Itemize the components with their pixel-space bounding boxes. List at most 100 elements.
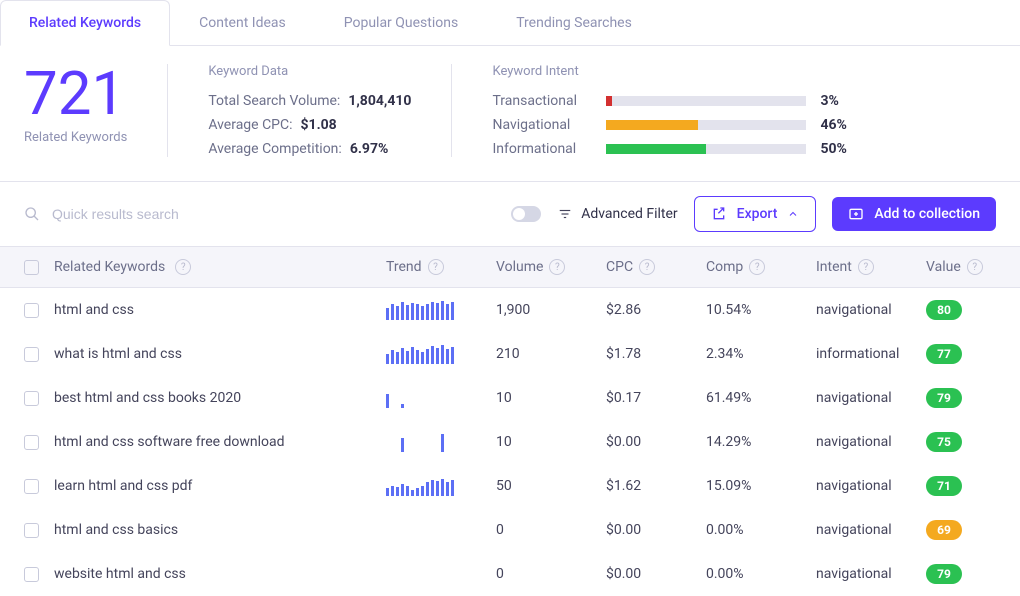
row-checkbox[interactable] bbox=[24, 391, 39, 406]
comp-value: 10.54% bbox=[706, 302, 751, 318]
keyword-text[interactable]: html and css basics bbox=[54, 522, 178, 538]
volume-value: 10 bbox=[496, 390, 512, 406]
advanced-filter-button[interactable]: Advanced Filter bbox=[557, 206, 677, 222]
help-icon[interactable]: ? bbox=[639, 259, 655, 275]
trend-sparkline bbox=[386, 476, 466, 496]
col-value[interactable]: Value bbox=[926, 259, 961, 275]
trend-sparkline bbox=[386, 520, 466, 540]
keyword-text[interactable]: best html and css books 2020 bbox=[54, 390, 241, 406]
tabs: Related KeywordsContent IdeasPopular Que… bbox=[0, 0, 1020, 46]
keyword-text[interactable]: learn html and css pdf bbox=[54, 478, 192, 494]
advanced-filter-label: Advanced Filter bbox=[581, 206, 677, 222]
table-row: what is html and css210$1.782.34%informa… bbox=[0, 332, 1020, 376]
row-checkbox[interactable] bbox=[24, 435, 39, 450]
table-row: learn html and css pdf 50 $1.62 15.09% navig… bbox=[0, 464, 1020, 508]
col-volume[interactable]: Volume bbox=[496, 259, 543, 275]
intent-value: navigational bbox=[816, 302, 892, 318]
value-pill: 75 bbox=[926, 432, 962, 452]
volume-value: 0 bbox=[496, 522, 504, 538]
kd-label: Total Search Volume: bbox=[208, 93, 340, 109]
col-intent[interactable]: Intent bbox=[816, 259, 852, 275]
col-trend[interactable]: Trend bbox=[386, 259, 422, 275]
kd-value: 6.97% bbox=[350, 141, 389, 157]
value-pill: 79 bbox=[926, 564, 962, 584]
search-input[interactable] bbox=[52, 206, 495, 222]
volume-value: 50 bbox=[496, 478, 512, 494]
chevron-up-icon bbox=[787, 208, 799, 220]
keyword-text[interactable]: what is html and css bbox=[54, 346, 182, 362]
help-icon[interactable]: ? bbox=[549, 259, 565, 275]
volume-value: 1,900 bbox=[496, 302, 530, 318]
tab-trending-searches[interactable]: Trending Searches bbox=[487, 0, 661, 45]
kd-value: 1,804,410 bbox=[348, 93, 411, 109]
help-icon[interactable]: ? bbox=[749, 259, 765, 275]
row-checkbox[interactable] bbox=[24, 303, 39, 318]
ki-pct: 50% bbox=[820, 141, 856, 157]
help-icon[interactable]: ? bbox=[967, 259, 983, 275]
search-icon bbox=[24, 206, 40, 222]
cpc-value: $0.00 bbox=[606, 522, 641, 538]
row-checkbox[interactable] bbox=[24, 479, 39, 494]
keyword-intent: Keyword Intent Transactional3%Navigation… bbox=[492, 64, 856, 157]
keyword-intent-title: Keyword Intent bbox=[492, 64, 856, 79]
row-checkbox[interactable] bbox=[24, 523, 39, 538]
toolbar: Advanced Filter Export Add to collection bbox=[0, 182, 1020, 247]
comp-value: 0.00% bbox=[706, 566, 744, 582]
big-count-label: Related Keywords bbox=[24, 130, 127, 145]
intent-value: navigational bbox=[816, 390, 892, 406]
ki-bar bbox=[606, 120, 806, 130]
tab-content-ideas[interactable]: Content Ideas bbox=[170, 0, 315, 45]
row-checkbox[interactable] bbox=[24, 347, 39, 362]
cpc-value: $1.62 bbox=[606, 478, 641, 494]
intent-value: navigational bbox=[816, 522, 892, 538]
col-comp[interactable]: Comp bbox=[706, 259, 743, 275]
checkbox-all[interactable] bbox=[24, 260, 39, 275]
col-keywords[interactable]: Related Keywords bbox=[54, 259, 165, 275]
col-cpc[interactable]: CPC bbox=[606, 259, 633, 275]
value-pill: 79 bbox=[926, 388, 962, 408]
toggle-switch[interactable] bbox=[511, 206, 541, 222]
keyword-intent-row: Informational50% bbox=[492, 141, 856, 157]
intent-value: navigational bbox=[816, 478, 892, 494]
intent-value: informational bbox=[816, 346, 899, 362]
table-header: Related Keywords? Trend? Volume? CPC? Co… bbox=[0, 247, 1020, 288]
row-checkbox[interactable] bbox=[24, 567, 39, 582]
table-row: html and css software free download10$0.… bbox=[0, 420, 1020, 464]
table-row: website html and css0$0.000.00%navigatio… bbox=[0, 552, 1020, 596]
volume-value: 210 bbox=[496, 346, 520, 362]
ki-label: Transactional bbox=[492, 93, 592, 109]
divider bbox=[167, 64, 168, 157]
add-collection-icon bbox=[848, 206, 864, 222]
divider bbox=[451, 64, 452, 157]
table-row: html and css basics0$0.000.00%navigation… bbox=[0, 508, 1020, 552]
comp-value: 15.09% bbox=[706, 478, 751, 494]
add-collection-label: Add to collection bbox=[874, 206, 980, 222]
intent-value: navigational bbox=[816, 434, 892, 450]
comp-value: 61.49% bbox=[706, 390, 751, 406]
tab-related-keywords[interactable]: Related Keywords bbox=[0, 0, 170, 46]
keyword-intent-row: Transactional3% bbox=[492, 93, 856, 109]
value-pill: 71 bbox=[926, 476, 962, 496]
keyword-data: Keyword Data Total Search Volume:1,804,4… bbox=[208, 64, 411, 157]
tab-popular-questions[interactable]: Popular Questions bbox=[315, 0, 487, 45]
ki-bar bbox=[606, 96, 806, 106]
value-pill: 69 bbox=[926, 520, 962, 540]
summary: 721 Related Keywords Keyword Data Total … bbox=[0, 46, 1020, 182]
keyword-text[interactable]: html and css software free download bbox=[54, 434, 285, 450]
export-label: Export bbox=[737, 206, 778, 222]
export-button[interactable]: Export bbox=[694, 196, 817, 232]
keyword-text[interactable]: html and css bbox=[54, 302, 134, 318]
value-pill: 80 bbox=[926, 300, 962, 320]
big-count-block: 721 Related Keywords bbox=[24, 64, 127, 157]
add-to-collection-button[interactable]: Add to collection bbox=[832, 197, 996, 231]
kd-label: Average CPC: bbox=[208, 117, 292, 133]
keyword-data-row: Average Competition:6.97% bbox=[208, 141, 411, 157]
trend-sparkline bbox=[386, 564, 466, 584]
trend-sparkline bbox=[386, 344, 466, 364]
help-icon[interactable]: ? bbox=[428, 259, 444, 275]
ki-bar bbox=[606, 144, 806, 154]
help-icon[interactable]: ? bbox=[175, 259, 191, 275]
help-icon[interactable]: ? bbox=[858, 259, 874, 275]
table-body: html and css1,900$2.8610.54%navigational… bbox=[0, 288, 1020, 596]
keyword-text[interactable]: website html and css bbox=[54, 566, 186, 582]
